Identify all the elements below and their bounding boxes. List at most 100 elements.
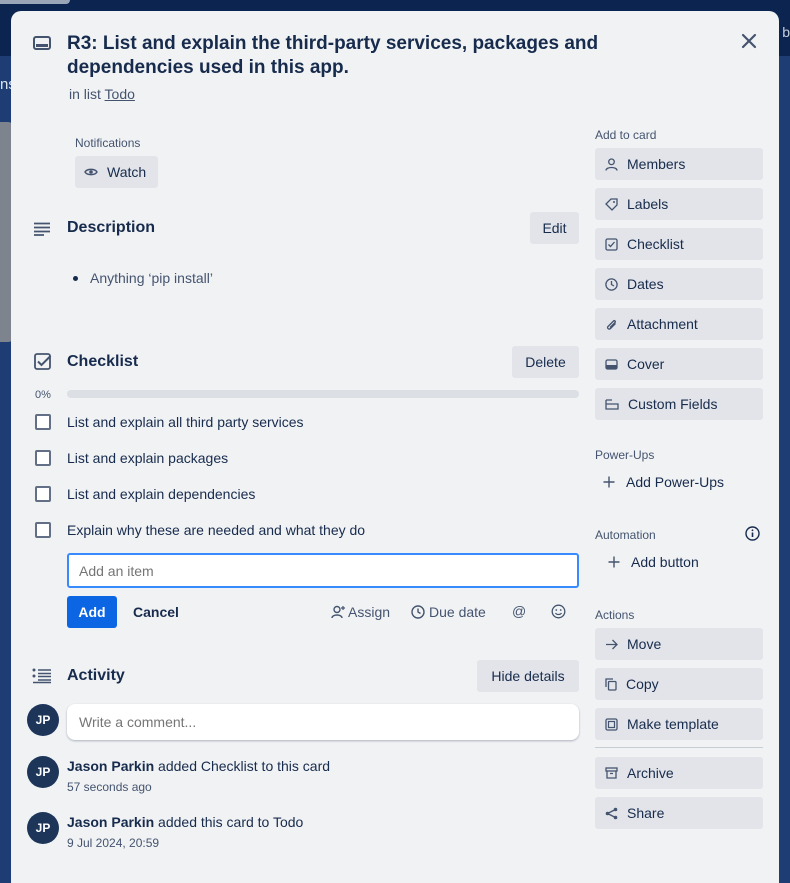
delete-label: Delete — [525, 354, 566, 370]
checklist-item[interactable] — [35, 450, 51, 466]
delete-checklist-button[interactable]: Delete — [512, 346, 579, 378]
activity-timestamp[interactable]: 57 seconds ago — [67, 780, 152, 794]
actions-label: Actions — [595, 608, 635, 622]
assign-user-icon — [331, 605, 345, 619]
clock-icon — [411, 605, 425, 619]
due-date-button[interactable]: Due date — [411, 604, 486, 620]
activity-action: added Checklist to this card — [154, 758, 331, 774]
sidebar-divider — [595, 747, 763, 748]
checklist-button[interactable]: Checklist — [595, 228, 763, 260]
emoji-icon — [551, 604, 566, 619]
in-list-prefix: in list — [69, 86, 101, 102]
tag-icon — [605, 197, 618, 211]
list-link[interactable]: Todo — [105, 86, 135, 102]
attachment-button[interactable]: Attachment — [595, 308, 763, 340]
notifications-label: Notifications — [75, 136, 141, 150]
share-button[interactable]: Share — [595, 797, 763, 829]
arrow-right-icon — [606, 639, 618, 649]
checklist-item[interactable] — [35, 486, 51, 502]
share-label: Share — [627, 805, 665, 821]
activity-action: added this card to Todo — [154, 814, 304, 830]
add-automation-button[interactable]: Add button — [608, 554, 699, 570]
checklist-item-text[interactable]: List and explain all third party service… — [67, 414, 304, 430]
eye-icon — [84, 168, 98, 176]
archive-button[interactable]: Archive — [595, 757, 763, 789]
description-bullet: Anything ‘pip install’ — [73, 270, 213, 286]
checklist-icon — [34, 353, 52, 371]
add-item-input[interactable] — [67, 553, 579, 588]
plus-icon — [603, 476, 615, 488]
checklist-item-text[interactable]: List and explain dependencies — [67, 486, 255, 502]
copy-icon — [605, 677, 617, 691]
hide-details-button[interactable]: Hide details — [477, 660, 579, 692]
share-icon — [605, 807, 618, 819]
paperclip-icon — [606, 319, 616, 330]
archive-icon — [605, 767, 618, 779]
add-powerups-button[interactable]: Add Power-Ups — [603, 474, 724, 490]
add-automation-label: Add button — [631, 554, 699, 570]
avatar[interactable]: JP — [27, 756, 59, 788]
activity-user[interactable]: Jason Parkin — [67, 814, 154, 830]
checklist-progress-text: 0% — [35, 389, 51, 401]
checklist-checkbox[interactable] — [35, 414, 51, 430]
activity-entry-text: Jason Parkin added this card to Todo — [67, 814, 303, 830]
cancel-button[interactable]: Cancel — [133, 604, 179, 620]
add-item-button[interactable]: Add — [67, 596, 117, 628]
members-button[interactable]: Members — [595, 148, 763, 180]
checklist-checkbox[interactable] — [35, 486, 51, 502]
move-button[interactable]: Move — [595, 628, 763, 660]
emoji-button[interactable] — [551, 604, 566, 624]
card-title[interactable]: R3: List and explain the third-party ser… — [67, 32, 627, 80]
copy-button[interactable]: Copy — [595, 668, 763, 700]
cover-icon — [605, 358, 618, 370]
comment-input[interactable] — [67, 704, 579, 740]
info-icon[interactable] — [745, 526, 760, 546]
cover-button[interactable]: Cover — [595, 348, 763, 380]
watch-label: Watch — [107, 164, 147, 180]
activity-title: Activity — [67, 667, 125, 684]
checklist-item[interactable] — [35, 414, 51, 430]
labels-button[interactable]: Labels — [595, 188, 763, 220]
custom-fields-button[interactable]: Custom Fields — [595, 388, 763, 420]
members-label: Members — [627, 156, 686, 172]
checklist-checkbox[interactable] — [35, 522, 51, 538]
powerups-label: Power-Ups — [595, 448, 655, 462]
bullet-dot — [73, 275, 78, 281]
board-tab-backdrop — [0, 0, 70, 4]
move-label: Move — [627, 636, 662, 652]
due-date-label: Due date — [429, 604, 486, 620]
description-title: Description — [67, 219, 156, 236]
avatar[interactable]: JP — [27, 704, 59, 736]
checklist-progress-bar — [67, 390, 579, 398]
mention-button[interactable]: @ — [512, 603, 526, 619]
assign-button[interactable]: Assign — [331, 604, 390, 620]
checklist-label: Checklist — [627, 236, 684, 252]
clock-icon — [605, 277, 618, 291]
plus-icon — [608, 556, 620, 568]
dates-label: Dates — [627, 276, 664, 292]
checklist-title: Checklist — [67, 353, 139, 370]
checkbox-icon — [605, 237, 618, 251]
activity-icon — [32, 668, 52, 684]
checklist-checkbox[interactable] — [35, 450, 51, 466]
dates-button[interactable]: Dates — [595, 268, 763, 300]
activity-user[interactable]: Jason Parkin — [67, 758, 154, 774]
checklist-item-text[interactable]: List and explain packages — [67, 450, 228, 466]
labels-label: Labels — [627, 196, 669, 212]
activity-entry-text: Jason Parkin added Checklist to this car… — [67, 758, 330, 774]
template-icon — [605, 717, 618, 731]
automation-label: Automation — [595, 528, 656, 542]
person-icon — [605, 157, 618, 171]
activity-timestamp[interactable]: 9 Jul 2024, 20:59 — [67, 836, 159, 850]
make-template-button[interactable]: Make template — [595, 708, 763, 740]
card-icon — [33, 36, 51, 50]
close-button[interactable] — [733, 25, 765, 57]
checklist-item[interactable] — [35, 522, 51, 538]
watch-button[interactable]: Watch — [75, 156, 158, 188]
edit-description-button[interactable]: Edit — [530, 212, 579, 244]
checklist-item-text[interactable]: Explain why these are needed and what th… — [67, 522, 365, 538]
archive-label: Archive — [627, 765, 674, 781]
hide-details-label: Hide details — [491, 668, 565, 684]
make-template-label: Make template — [627, 716, 719, 732]
avatar[interactable]: JP — [27, 812, 59, 844]
